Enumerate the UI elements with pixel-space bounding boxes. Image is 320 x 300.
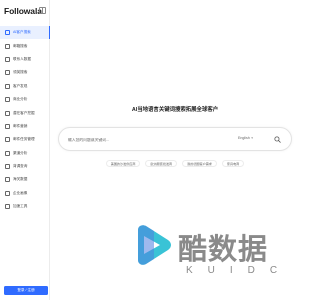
analysis-icon [5, 150, 10, 156]
sidebar-item-label: 渠道分析 [13, 150, 28, 155]
sidebar-item-email-search[interactable]: 邮箱搜索 [0, 39, 50, 52]
ai-search-icon [5, 30, 10, 36]
watermark: 酷数据 KUIDC [130, 222, 300, 298]
sidebar-item-discover[interactable]: 客户发现 [0, 80, 50, 93]
play-logo-icon [138, 225, 171, 265]
sidebar-item-label: 客户发现 [13, 83, 28, 88]
sidebar-item-label: 邮件营销 [13, 123, 28, 128]
sidebar-item-company[interactable]: 企业画像 [0, 187, 50, 200]
sidebar-item-ai-search[interactable]: AI客户搜索 [0, 26, 50, 40]
chart-icon [5, 97, 10, 103]
customs-icon [5, 177, 10, 183]
suggestion-chips: 美国的沙发供应商 欧洲服装批发商 我的德国客户需求 家具电商 [50, 160, 300, 167]
mail-icon [5, 43, 10, 49]
sidebar-item-label: 邮箱搜索 [13, 43, 28, 48]
sidebar-item-customs[interactable]: 海关数据 [0, 173, 50, 186]
sidebar-item-contacts[interactable]: 联系人数据 [0, 53, 50, 66]
watermark-subtext: KUIDC [186, 265, 293, 276]
sidebar-nav: AI客户搜索 邮箱搜索 联系人数据 领英搜索 客户发现 商业分析 潜在客户挖掘 [0, 26, 50, 213]
watermark-text: 酷数据 [178, 232, 269, 266]
language-value: English [238, 136, 250, 140]
brand-logo[interactable]: Followala [4, 6, 42, 18]
sidebar-item-label: 商业分析 [13, 97, 28, 102]
send-icon [5, 123, 10, 129]
tool-icon [5, 204, 10, 210]
suggestion-chip[interactable]: 欧洲服装批发商 [145, 160, 178, 167]
task-icon [5, 137, 10, 143]
target-icon [5, 110, 10, 116]
sidebar-item-linkedin[interactable]: 领英搜索 [0, 66, 50, 79]
linkedin-icon [5, 70, 10, 76]
search-button[interactable] [272, 134, 283, 145]
company-icon [5, 190, 10, 196]
page-title: AI当地语言关键词搜索拓展全球客户 [131, 107, 219, 113]
main-content: AI当地语言关键词搜索拓展全球客户 English ▾ 美国的沙发供应商 欧洲服… [50, 0, 300, 300]
suggestion-chip[interactable]: 家具电商 [221, 160, 245, 167]
sidebar-item-label: 领英搜索 [13, 70, 28, 75]
sidebar-item-label: 企业画像 [13, 190, 28, 195]
sidebar-item-background-check[interactable]: 背调查询 [0, 160, 50, 173]
sidebar-item-tools[interactable]: 加速工具 [0, 200, 50, 213]
sidebar-item-email-marketing[interactable]: 邮件营销 [0, 120, 50, 133]
sidebar: Followala AI客户搜索 邮箱搜索 联系人数据 领英搜索 客户发现 商业… [0, 0, 50, 300]
contacts-icon [5, 56, 10, 62]
sidebar-item-label: 海关数据 [13, 177, 28, 182]
sidebar-item-label: 邮件任务管理 [13, 137, 35, 142]
language-select[interactable]: English ▾ [238, 136, 253, 140]
sidebar-item-leads[interactable]: 潜在客户挖掘 [0, 106, 50, 119]
sidebar-toggle-icon[interactable] [39, 7, 46, 14]
suggestion-chip[interactable]: 我的德国客户需求 [182, 160, 217, 167]
search-input[interactable] [68, 135, 218, 144]
search-box: English ▾ [58, 127, 292, 151]
search-icon [274, 136, 281, 143]
suggestion-chip[interactable]: 美国的沙发供应商 [105, 160, 141, 167]
check-icon [5, 164, 10, 170]
sidebar-item-analysis[interactable]: 商业分析 [0, 93, 50, 106]
discover-icon [5, 83, 10, 89]
sidebar-item-label: 潜在客户挖掘 [13, 110, 35, 115]
sidebar-item-channels[interactable]: 渠道分析 [0, 147, 50, 160]
sidebar-item-label: 加速工具 [13, 204, 28, 209]
sidebar-item-label: AI客户搜索 [13, 30, 31, 35]
sidebar-item-label: 背调查询 [13, 164, 28, 169]
login-button[interactable]: 登录 / 注册 [4, 286, 48, 295]
sidebar-item-label: 联系人数据 [13, 56, 31, 61]
sidebar-item-email-tasks[interactable]: 邮件任务管理 [0, 133, 50, 146]
chevron-down-icon: ▾ [251, 136, 253, 140]
